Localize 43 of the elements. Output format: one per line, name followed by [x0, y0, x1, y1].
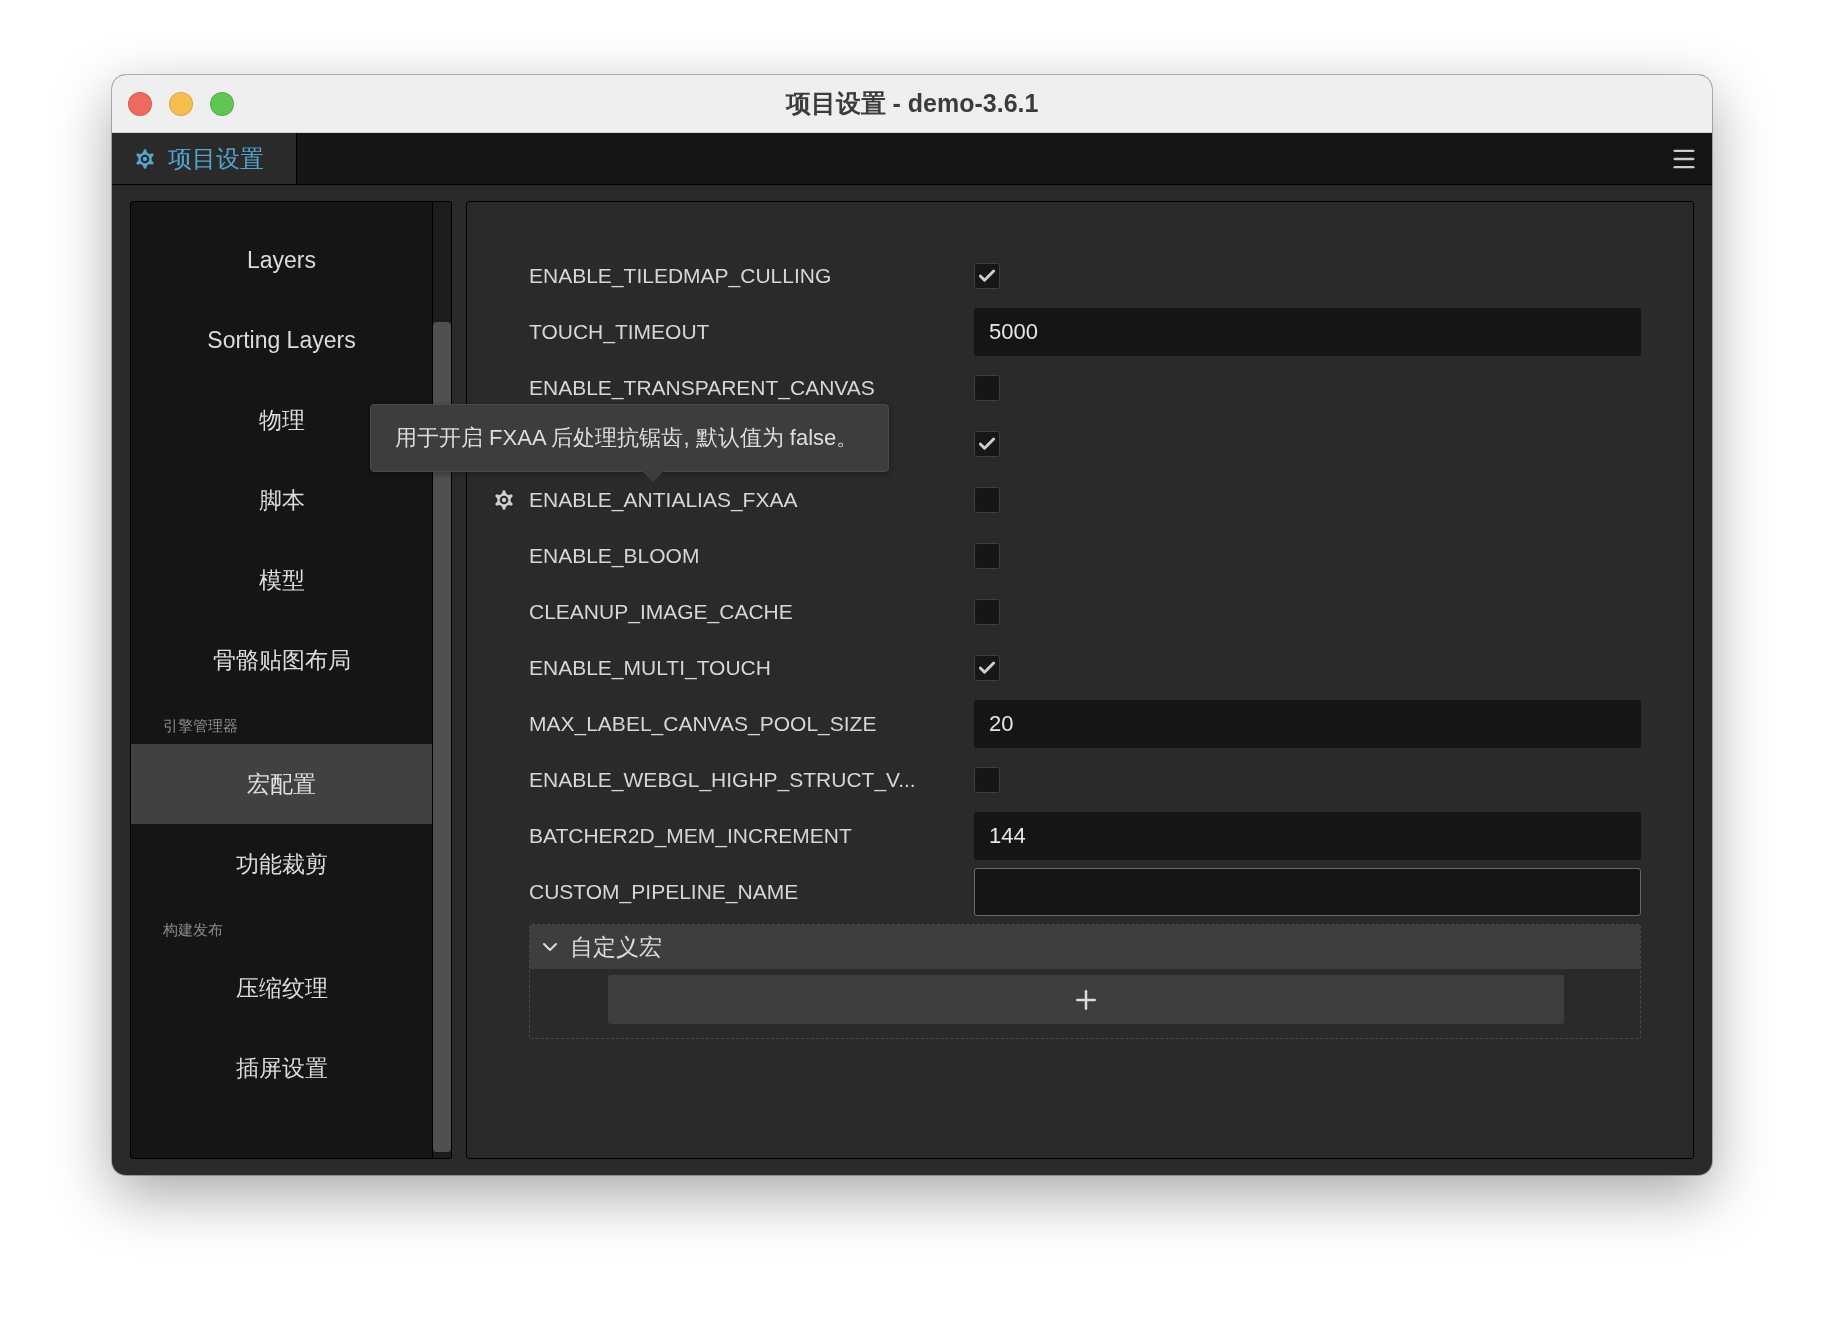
sidebar-item[interactable]: 压缩纹理	[131, 948, 432, 1028]
setting-label: ENABLE_BLOOM	[529, 544, 700, 567]
close-button[interactable]	[128, 91, 152, 116]
sidebar-item[interactable]: 模型	[131, 540, 432, 620]
input-field[interactable]: 144	[974, 812, 1641, 860]
section-header: 引擎管理器	[162, 715, 239, 736]
setting-label: TOUCH_TIMEOUT	[529, 320, 710, 343]
setting-label: MAX_LABEL_CANVAS_POOL_SIZE	[529, 712, 877, 735]
setting-label: ENABLE_TRANSPARENT_CANVAS	[529, 376, 875, 399]
setting-label: ENABLE_MULTI_TOUCH	[529, 656, 771, 679]
setting-label: ENABLE_ANTIALIAS_FXAA	[529, 488, 798, 511]
tab-label: 项目设置	[168, 143, 264, 174]
group-header[interactable]: 自定义宏	[530, 925, 1640, 969]
setting-label: ENABLE_TILEDMAP_CULLING	[529, 264, 832, 287]
section-header: 构建发布	[162, 919, 224, 940]
checkbox[interactable]	[974, 655, 1000, 681]
setting-label: CLEANUP_IMAGE_CACHE	[529, 600, 793, 623]
sidebar-item[interactable]: Layers	[131, 220, 432, 300]
checkbox[interactable]	[974, 543, 1000, 569]
checkbox[interactable]	[974, 599, 1000, 625]
checkbox[interactable]	[974, 487, 1000, 513]
zoom-button[interactable]	[210, 91, 234, 116]
checkbox[interactable]	[974, 767, 1000, 793]
group-title: 自定义宏	[570, 932, 662, 962]
input-field[interactable]: 5000	[974, 308, 1641, 356]
tooltip: 用于开启 FXAA 后处理抗锯齿, 默认值为 false。	[370, 404, 890, 482]
checkbox[interactable]	[974, 375, 1000, 401]
checkbox[interactable]	[974, 263, 1000, 289]
sidebar-item[interactable]: 功能裁剪	[131, 824, 432, 904]
setting-label: BATCHER2D_MEM_INCREMENT	[529, 824, 852, 847]
tooltip-pointer-icon	[642, 471, 664, 482]
sidebar-item[interactable]: 插屏设置	[131, 1028, 432, 1108]
input-field[interactable]: 20	[974, 700, 1641, 748]
sidebar-item[interactable]: Sorting Layers	[131, 300, 432, 380]
sidebar-item[interactable]: 骨骼贴图布局	[131, 620, 432, 700]
minimize-button[interactable]	[169, 91, 193, 116]
sidebar-item[interactable]: 宏配置	[131, 744, 432, 824]
setting-label: CUSTOM_PIPELINE_NAME	[529, 880, 799, 903]
setting-label: ENABLE_WEBGL_HIGHP_STRUCT_V...	[529, 768, 916, 791]
checkbox[interactable]	[974, 431, 1000, 457]
input-field[interactable]	[974, 868, 1641, 916]
window-title: 项目设置 - demo-3.6.1	[785, 88, 1039, 119]
tab[interactable]: 项目设置	[112, 133, 297, 184]
